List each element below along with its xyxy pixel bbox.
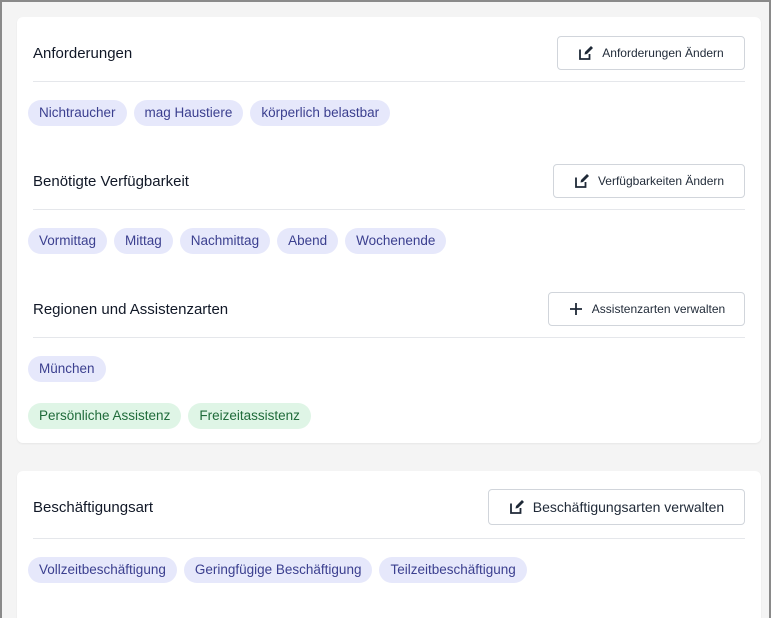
divider: [33, 538, 745, 539]
verfuegbarkeit-title: Benötigte Verfügbarkeit: [33, 172, 189, 190]
tag-chip: Vormittag: [28, 228, 108, 254]
divider: [33, 81, 745, 82]
regionen-header: Regionen und Assistenzarten Assistenzart…: [33, 292, 745, 326]
divider: [33, 209, 745, 210]
tag-chip: Vollzeitbeschäftigung: [28, 557, 177, 583]
verfuegbarkeit-edit-button[interactable]: Verfügbarkeiten Ändern: [553, 164, 745, 198]
region-tags: München: [28, 356, 106, 382]
beschaeftigungsarten-manage-label: Beschäftigungsarten verwalten: [532, 499, 725, 515]
edit-icon: [579, 46, 594, 60]
edit-icon: [509, 500, 524, 514]
anforderungen-edit-label: Anforderungen Ändern: [602, 46, 724, 60]
beschaeftigung-header: Beschäftigungsart Beschäftigungsarten ve…: [33, 489, 745, 525]
requirements-card: Anforderungen Anforderungen Ändern Nicht…: [17, 17, 761, 443]
tag-chip: Nichtraucher: [28, 100, 127, 126]
anforderungen-title: Anforderungen: [33, 44, 133, 62]
divider: [33, 337, 745, 338]
tag-chip: Wochenende: [345, 228, 447, 254]
assistance-tags: Persönliche Assistenz Freizeitassistenz: [28, 403, 311, 429]
verfuegbarkeit-header: Benötigte Verfügbarkeit Verfügbarkeiten …: [33, 164, 745, 198]
tag-chip: Nachmittag: [179, 228, 271, 254]
assistance-chip: Freizeitassistenz: [188, 403, 311, 429]
plus-icon: [569, 303, 582, 315]
tag-chip: Abend: [277, 228, 339, 254]
verfuegbarkeit-tags: Vormittag Mittag Nachmittag Abend Wochen…: [28, 228, 447, 254]
anforderungen-edit-button[interactable]: Anforderungen Ändern: [557, 36, 745, 70]
verfuegbarkeit-edit-label: Verfügbarkeiten Ändern: [597, 174, 725, 188]
tag-chip: Geringfügige Beschäftigung: [183, 557, 373, 583]
assistance-chip: Persönliche Assistenz: [28, 403, 182, 429]
anforderungen-tags: Nichtraucher mag Haustiere körperlich be…: [28, 100, 391, 126]
edit-icon: [575, 174, 589, 188]
employment-card: Beschäftigungsart Beschäftigungsarten ve…: [17, 471, 761, 618]
anforderungen-header: Anforderungen Anforderungen Ändern: [33, 36, 745, 70]
tag-chip: mag Haustiere: [133, 100, 244, 126]
beschaeftigung-title: Beschäftigungsart: [33, 498, 154, 516]
tag-chip: körperlich belastbar: [250, 100, 391, 126]
regionen-title: Regionen und Assistenzarten: [33, 300, 229, 318]
assistenzarten-manage-label: Assistenzarten verwalten: [591, 302, 726, 316]
assistenzarten-manage-button[interactable]: Assistenzarten verwalten: [548, 292, 745, 326]
tag-chip: Mittag: [114, 228, 173, 254]
region-chip: München: [28, 356, 106, 382]
tag-chip: Teilzeitbeschäftigung: [379, 557, 527, 583]
beschaeftigungsarten-manage-button[interactable]: Beschäftigungsarten verwalten: [488, 489, 745, 525]
beschaeftigung-tags: Vollzeitbeschäftigung Geringfügige Besch…: [28, 557, 527, 583]
